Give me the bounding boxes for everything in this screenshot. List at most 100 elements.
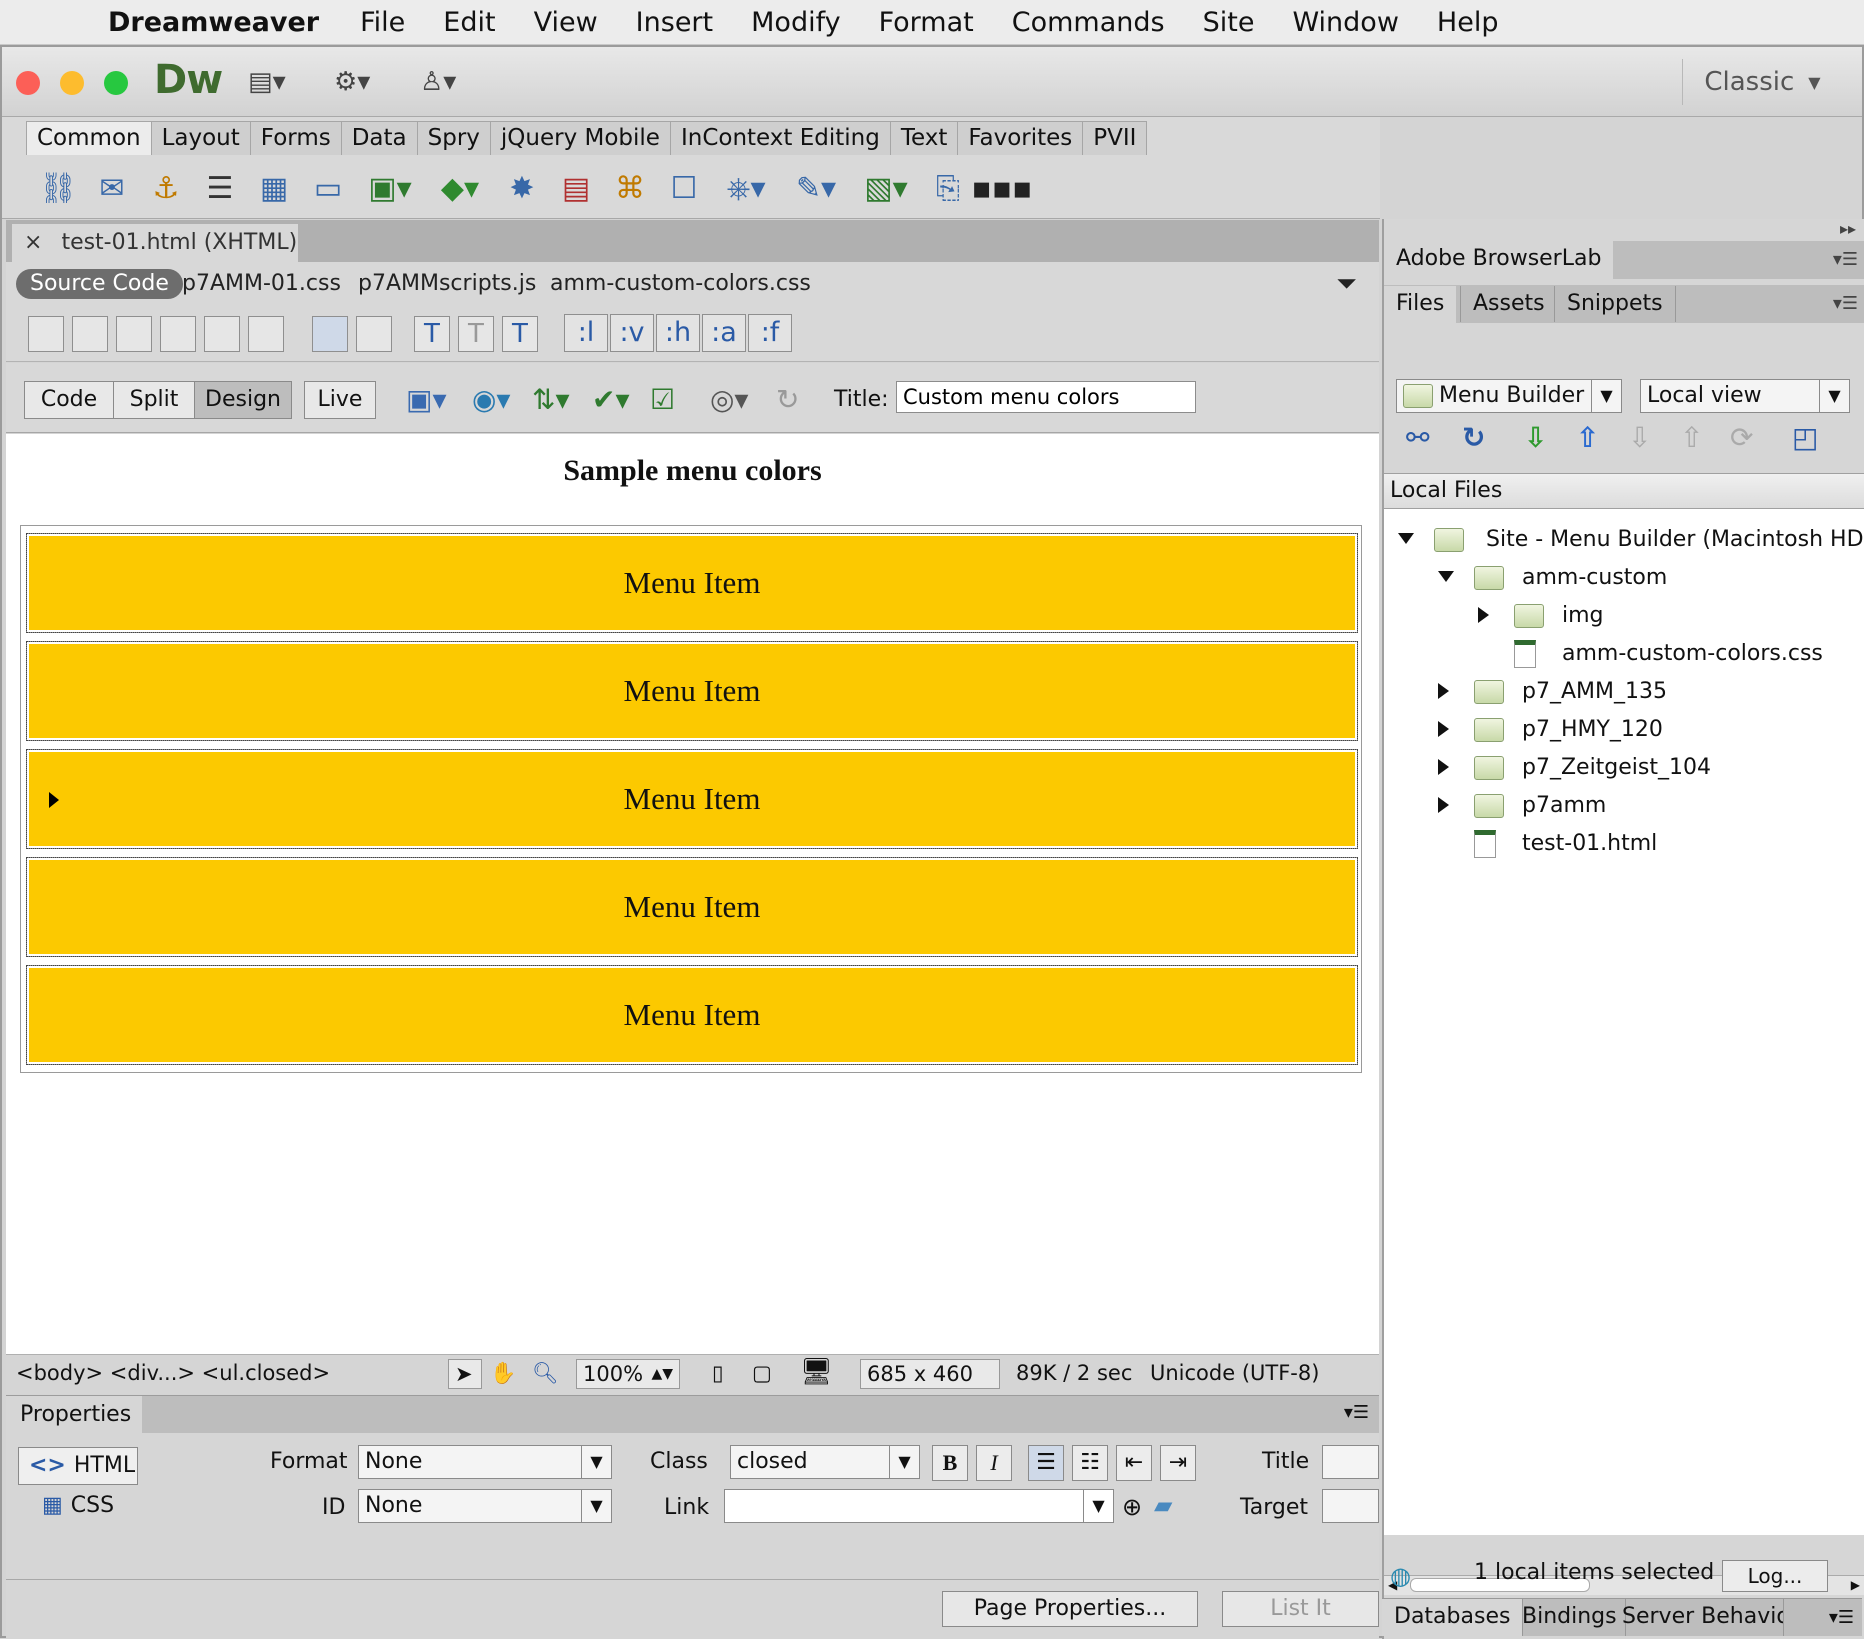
image-icon[interactable]: ▣▾ bbox=[362, 168, 418, 208]
head-icon[interactable]: ⎈▾ bbox=[718, 168, 774, 208]
menu-item[interactable]: Menu Item bbox=[26, 749, 1358, 849]
refresh-icon[interactable]: ↻ bbox=[776, 383, 799, 416]
file-management-icon[interactable]: ⇅▾ bbox=[532, 383, 570, 416]
layout-block-icon[interactable] bbox=[28, 316, 64, 352]
menu-item[interactable]: Menu Item bbox=[26, 641, 1358, 741]
table-icon[interactable]: ▦ bbox=[254, 168, 294, 208]
tag-chooser-icon[interactable]: ⎘ bbox=[928, 168, 968, 208]
date-icon[interactable]: ▤ bbox=[556, 168, 596, 208]
synchronize-icon[interactable]: ⟳ bbox=[1730, 421, 1753, 454]
minimize-window-button[interactable] bbox=[60, 71, 84, 95]
multiscreen-icon[interactable]: ▣▾ bbox=[406, 383, 447, 416]
expand-toggle-icon[interactable] bbox=[1438, 759, 1449, 775]
div-icon[interactable]: ▭ bbox=[308, 168, 348, 208]
browse-folder-icon[interactable]: ▰ bbox=[1154, 1491, 1172, 1519]
pseudo-hover-button[interactable]: :h bbox=[656, 314, 700, 352]
named-anchor-icon[interactable]: ⚓ bbox=[146, 168, 186, 208]
menu-app-name[interactable]: Dreamweaver bbox=[104, 7, 341, 38]
comment-icon[interactable]: ☐ bbox=[664, 168, 704, 208]
tab-jquery-mobile[interactable]: jQuery Mobile bbox=[490, 121, 671, 155]
media-icon[interactable]: ◆▾ bbox=[432, 168, 488, 208]
tab-assets[interactable]: Assets bbox=[1460, 286, 1557, 322]
w3c-validation-icon[interactable]: ✔▾ bbox=[592, 383, 630, 416]
zoom-tool-icon[interactable]: 🔍︎ bbox=[532, 1361, 559, 1386]
tree-row-amm-custom[interactable]: amm-custom bbox=[1474, 559, 1667, 597]
menu-item[interactable]: Menu Item bbox=[26, 533, 1358, 633]
phone-size-icon[interactable]: ▯ bbox=[712, 1361, 724, 1385]
expand-toggle-icon[interactable] bbox=[1478, 607, 1489, 623]
split-view-button[interactable]: Split bbox=[113, 381, 195, 419]
menu-format[interactable]: Format bbox=[860, 7, 993, 38]
tab-data[interactable]: Data bbox=[341, 121, 418, 155]
table-layout-icon[interactable] bbox=[312, 316, 348, 352]
more-icon[interactable]: ▪▪▪ bbox=[972, 168, 1033, 208]
live-view-button[interactable]: Live bbox=[304, 381, 376, 419]
pseudo-link-button[interactable]: :l bbox=[564, 314, 608, 352]
code-view-button[interactable]: Code bbox=[24, 381, 114, 419]
related-file-custom-colors[interactable]: amm-custom-colors.css bbox=[550, 269, 811, 299]
menu-insert[interactable]: Insert bbox=[617, 7, 732, 38]
expand-panel-icon[interactable]: ◰ bbox=[1792, 421, 1818, 454]
expand-toggle-icon[interactable] bbox=[1438, 797, 1449, 813]
pseudo-active-button[interactable]: :a bbox=[702, 314, 746, 352]
expand-toggle-icon[interactable] bbox=[1438, 683, 1449, 699]
layout-bg-icon[interactable] bbox=[116, 316, 152, 352]
refresh-icon[interactable]: ↻ bbox=[1462, 421, 1485, 454]
tab-files[interactable]: Files bbox=[1384, 286, 1457, 323]
tab-common[interactable]: Common bbox=[26, 121, 152, 155]
tab-text[interactable]: Text bbox=[890, 121, 959, 155]
css-mode-button[interactable]: ▦ CSS bbox=[42, 1493, 114, 1518]
menu-file[interactable]: File bbox=[341, 7, 424, 38]
menu-help[interactable]: Help bbox=[1418, 7, 1518, 38]
tab-bindings[interactable]: Bindings bbox=[1514, 1599, 1626, 1636]
menu-view[interactable]: View bbox=[515, 7, 617, 38]
put-files-icon[interactable]: ⇧ bbox=[1576, 421, 1599, 454]
workspace-switcher[interactable]: Classic ▼ bbox=[1682, 59, 1842, 105]
target-select[interactable] bbox=[1322, 1489, 1379, 1523]
panel-options-icon[interactable]: ▾☰ bbox=[1833, 293, 1858, 314]
tab-databases[interactable]: Databases bbox=[1382, 1599, 1524, 1636]
preview-browser-icon[interactable]: ◉▾ bbox=[472, 383, 511, 416]
tree-row-site[interactable]: Site - Menu Builder (Macintosh HD:Us bbox=[1434, 521, 1864, 559]
connect-icon[interactable]: ⚯ bbox=[1406, 421, 1429, 454]
horizontal-rule-icon[interactable]: ☰ bbox=[200, 168, 240, 208]
html-mode-button[interactable]: <> HTML bbox=[18, 1447, 138, 1485]
page-title-input[interactable] bbox=[896, 381, 1196, 413]
check-browser-icon[interactable]: ☑ bbox=[650, 383, 675, 416]
site-select[interactable]: Menu Builder ▼ bbox=[1396, 379, 1622, 413]
text-style-icon[interactable]: T bbox=[458, 316, 494, 352]
expand-toggle-icon[interactable] bbox=[1438, 571, 1454, 582]
tab-server-behaviors[interactable]: Server Behavio bbox=[1614, 1599, 1784, 1636]
tree-row-p7amm[interactable]: p7amm bbox=[1474, 787, 1606, 825]
menu-edit[interactable]: Edit bbox=[424, 7, 514, 38]
grid-icon[interactable] bbox=[356, 316, 392, 352]
bold-button[interactable]: B bbox=[932, 1445, 968, 1481]
tab-forms[interactable]: Forms bbox=[250, 121, 342, 155]
expand-toggle-icon[interactable] bbox=[1398, 533, 1414, 544]
close-tab-icon[interactable]: × bbox=[24, 230, 42, 255]
get-files-icon[interactable]: ⇩ bbox=[1524, 421, 1547, 454]
browserlab-tab[interactable]: Adobe BrowserLab bbox=[1384, 241, 1614, 279]
ordered-list-icon[interactable]: ☷ bbox=[1072, 1445, 1108, 1481]
tree-row-test-01[interactable]: test-01.html bbox=[1474, 825, 1657, 863]
indent-icon[interactable]: ⇥ bbox=[1160, 1445, 1196, 1481]
tree-row-amm-custom-colors[interactable]: amm-custom-colors.css bbox=[1514, 635, 1823, 673]
tree-row-img[interactable]: img bbox=[1514, 597, 1604, 635]
expand-toggle-icon[interactable] bbox=[1438, 721, 1449, 737]
hyperlink-icon[interactable]: ⛓ bbox=[38, 168, 78, 208]
document-tab[interactable]: × test-01.html (XHTML) bbox=[12, 224, 298, 262]
scroll-right-icon[interactable]: ▶ bbox=[1851, 1578, 1860, 1592]
menu-commands[interactable]: Commands bbox=[993, 7, 1184, 38]
text-size-icon[interactable]: T bbox=[414, 316, 450, 352]
tablet-size-icon[interactable]: ▢ bbox=[752, 1361, 772, 1385]
menu-site[interactable]: Site bbox=[1184, 7, 1274, 38]
page-properties-button[interactable]: Page Properties... bbox=[942, 1591, 1198, 1627]
server-side-include-icon[interactable]: ⌘ bbox=[610, 168, 650, 208]
menu-modify[interactable]: Modify bbox=[732, 7, 859, 38]
tree-row-p7-hmy[interactable]: p7_HMY_120 bbox=[1474, 711, 1663, 749]
layout-box-icon[interactable] bbox=[72, 316, 108, 352]
zoom-window-button[interactable] bbox=[104, 71, 128, 95]
menu-item[interactable]: Menu Item bbox=[26, 857, 1358, 957]
tab-snippets[interactable]: Snippets bbox=[1554, 286, 1676, 322]
tab-layout[interactable]: Layout bbox=[151, 121, 251, 155]
